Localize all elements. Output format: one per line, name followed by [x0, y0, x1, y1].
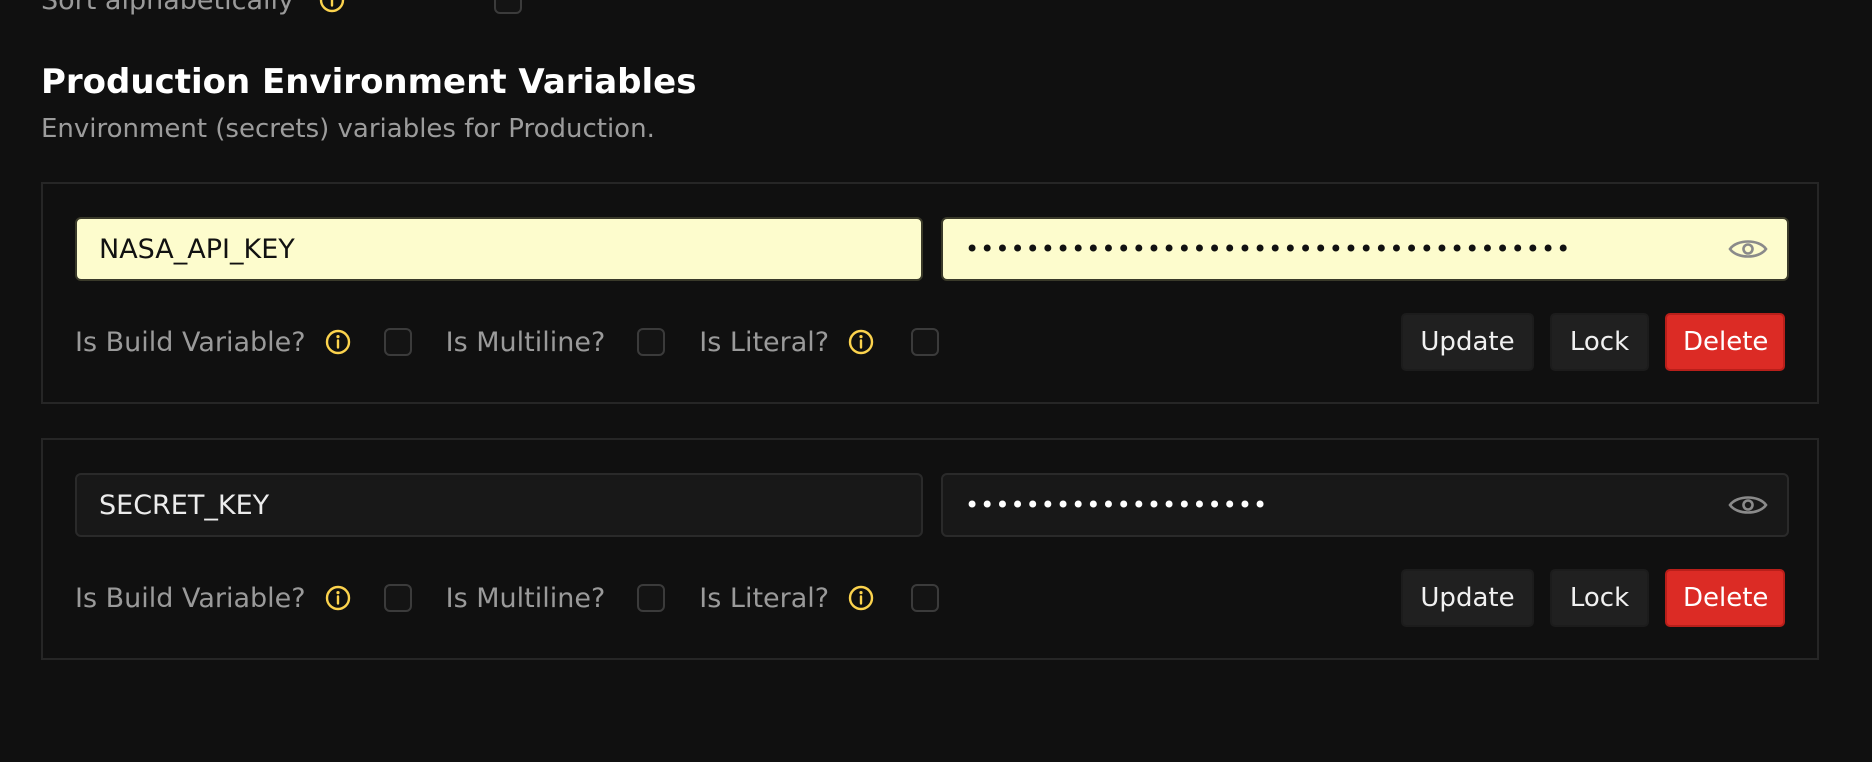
info-icon[interactable] [318, 0, 346, 14]
variable-key-input[interactable] [75, 473, 923, 537]
eye-icon[interactable] [1727, 490, 1769, 520]
variable-options: Is Build Variable? Is Multiline? Is Lite… [75, 322, 940, 362]
info-icon[interactable] [847, 328, 875, 356]
sort-alphabetically-label: Sort alphabetically [41, 0, 294, 16]
sort-alphabetically-checkbox[interactable] [493, 0, 522, 14]
update-button[interactable]: Update [1401, 313, 1534, 371]
section-description: Environment (secrets) variables for Prod… [41, 114, 655, 144]
literal-label: Is Literal? [699, 326, 830, 358]
lock-button[interactable]: Lock [1550, 569, 1649, 627]
env-variable-card: ••••••••••••••••••••••••••••••••••••••••… [41, 182, 1819, 404]
variable-value-input[interactable]: •••••••••••••••••••••••••••••••••••••••• [941, 217, 1789, 281]
delete-button[interactable]: Delete [1665, 569, 1785, 627]
update-button[interactable]: Update [1401, 569, 1534, 627]
variable-value-input[interactable]: •••••••••••••••••••• [941, 473, 1789, 537]
literal-checkbox[interactable] [911, 584, 940, 612]
info-icon[interactable] [324, 584, 352, 612]
multiline-label: Is Multiline? [445, 326, 606, 358]
variable-options: Is Build Variable? Is Multiline? Is Lite… [75, 578, 940, 618]
build-variable-label: Is Build Variable? [75, 326, 306, 358]
literal-checkbox[interactable] [911, 328, 940, 356]
delete-button[interactable]: Delete [1665, 313, 1785, 371]
variable-key-input[interactable] [75, 217, 923, 281]
literal-label: Is Literal? [699, 582, 830, 614]
build-variable-checkbox[interactable] [383, 584, 412, 612]
section-title: Production Environment Variables [41, 62, 697, 102]
multiline-checkbox[interactable] [637, 328, 666, 356]
eye-icon[interactable] [1727, 234, 1769, 264]
build-variable-label: Is Build Variable? [75, 582, 306, 614]
env-variable-card: •••••••••••••••••••• Is Build Variable? … [41, 438, 1819, 660]
info-icon[interactable] [847, 584, 875, 612]
masked-value: •••••••••••••••••••• [965, 491, 1269, 519]
masked-value: •••••••••••••••••••••••••••••••••••••••• [965, 235, 1572, 263]
multiline-label: Is Multiline? [445, 582, 606, 614]
variable-actions: Update Lock Delete [1401, 569, 1785, 627]
variable-actions: Update Lock Delete [1401, 313, 1785, 371]
build-variable-checkbox[interactable] [383, 328, 412, 356]
sort-alphabetically-row: Sort alphabetically [41, 0, 522, 16]
lock-button[interactable]: Lock [1550, 313, 1649, 371]
info-icon[interactable] [324, 328, 352, 356]
multiline-checkbox[interactable] [637, 584, 666, 612]
